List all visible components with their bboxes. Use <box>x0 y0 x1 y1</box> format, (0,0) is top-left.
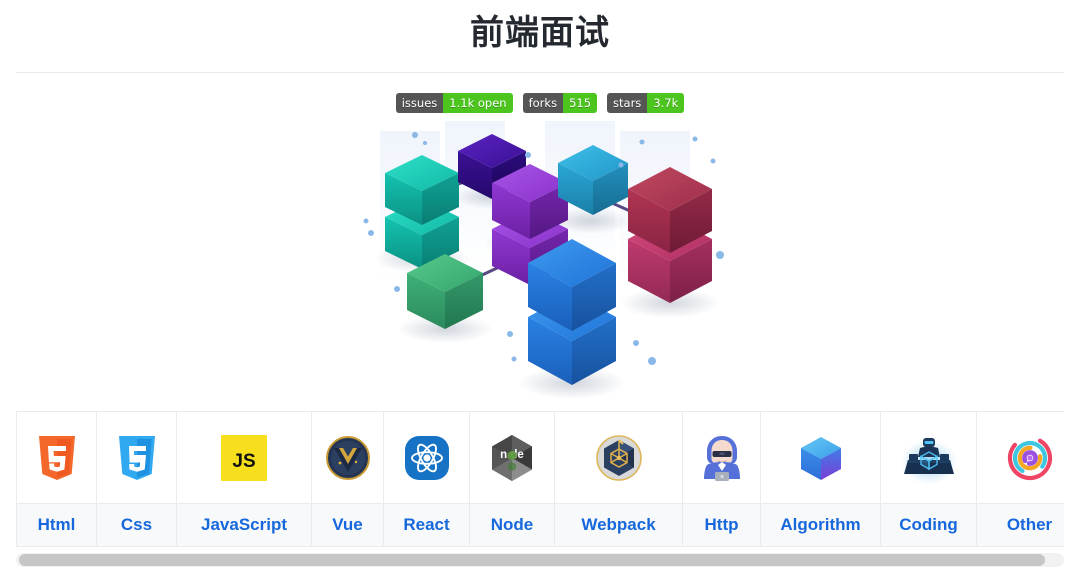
scrollbar-thumb[interactable] <box>19 554 1045 566</box>
icon-row: JS n de <box>16 411 1064 504</box>
svg-text:JS: JS <box>232 451 255 472</box>
nav-link-vue[interactable]: Vue <box>312 504 383 546</box>
html5-icon <box>38 435 75 480</box>
nav-link-other[interactable]: Other <box>977 504 1064 546</box>
nav-link-javascript[interactable]: JavaScript <box>177 504 311 546</box>
page-root: 前端面试 issues 1.1k open forks 515 stars 3.… <box>0 0 1080 581</box>
cell-label-html[interactable]: Html <box>16 503 97 547</box>
cell-icon-css[interactable] <box>96 411 177 504</box>
badge-row: issues 1.1k open forks 515 stars 3.7k <box>0 93 1080 113</box>
webpack-icon <box>595 434 642 481</box>
cell-icon-webpack[interactable] <box>554 411 683 504</box>
cell-icon-other[interactable] <box>976 411 1064 504</box>
vue-icon <box>325 435 370 480</box>
cell-label-webpack[interactable]: Webpack <box>554 503 683 547</box>
cell-label-css[interactable]: Css <box>96 503 177 547</box>
nav-link-css[interactable]: Css <box>97 504 176 546</box>
cell-icon-node[interactable]: n de <box>469 411 555 504</box>
issues-badge-label: issues <box>395 93 444 113</box>
nav-link-http[interactable]: Http <box>683 504 760 546</box>
nav-link-coding[interactable]: Coding <box>881 504 976 546</box>
title-section: 前端面试 <box>0 0 1080 58</box>
forks-badge[interactable]: forks 515 <box>522 93 598 113</box>
page-title: 前端面试 <box>470 14 610 52</box>
issues-badge-value: 1.1k open <box>443 93 513 113</box>
blue-cube-icon <box>800 436 841 480</box>
nav-link-node[interactable]: Node <box>470 504 554 546</box>
tech-nav-table: JS n de Html Css JavaScript Vue React No… <box>16 411 1064 547</box>
nav-link-html[interactable]: Html <box>17 504 96 546</box>
forks-badge-label: forks <box>522 93 564 113</box>
nav-link-webpack[interactable]: Webpack <box>555 504 682 546</box>
cell-label-http[interactable]: Http <box>682 503 761 547</box>
css3-icon <box>118 435 155 480</box>
cell-icon-vue[interactable] <box>311 411 384 504</box>
javascript-icon: JS <box>221 434 267 481</box>
forks-badge-value: 515 <box>563 93 598 113</box>
horizontal-scrollbar[interactable] <box>16 553 1064 567</box>
cell-label-algorithm[interactable]: Algorithm <box>760 503 881 547</box>
cell-icon-javascript[interactable]: JS <box>176 411 312 504</box>
cell-label-node[interactable]: Node <box>469 503 555 547</box>
rainbow-rings-icon <box>1007 435 1052 480</box>
cell-label-react[interactable]: React <box>383 503 470 547</box>
hero-illustration <box>0 121 1080 401</box>
cell-label-other[interactable]: Other <box>976 503 1064 547</box>
issues-badge[interactable]: issues 1.1k open <box>395 93 513 113</box>
cell-label-coding[interactable]: Coding <box>880 503 977 547</box>
cell-label-javascript[interactable]: JavaScript <box>176 503 312 547</box>
cell-label-vue[interactable]: Vue <box>311 503 384 547</box>
label-row: Html Css JavaScript Vue React Node Webpa… <box>16 503 1064 547</box>
stars-badge[interactable]: stars 3.7k <box>607 93 685 113</box>
cell-icon-react[interactable] <box>383 411 470 504</box>
cell-icon-html[interactable] <box>16 411 97 504</box>
nodejs-icon: n de <box>492 434 532 481</box>
cell-icon-http[interactable] <box>682 411 761 504</box>
nav-link-algorithm[interactable]: Algorithm <box>761 504 880 546</box>
hacker-hoodie-icon <box>703 435 740 481</box>
cell-icon-algorithm[interactable] <box>760 411 881 504</box>
coder-desk-icon <box>900 437 957 484</box>
stars-badge-value: 3.7k <box>647 93 685 113</box>
title-divider <box>16 72 1064 73</box>
cell-icon-coding[interactable] <box>880 411 977 504</box>
isometric-cubes-icon <box>363 121 724 399</box>
nav-link-react[interactable]: React <box>384 504 469 546</box>
stars-badge-label: stars <box>607 93 648 113</box>
react-icon <box>404 435 449 480</box>
